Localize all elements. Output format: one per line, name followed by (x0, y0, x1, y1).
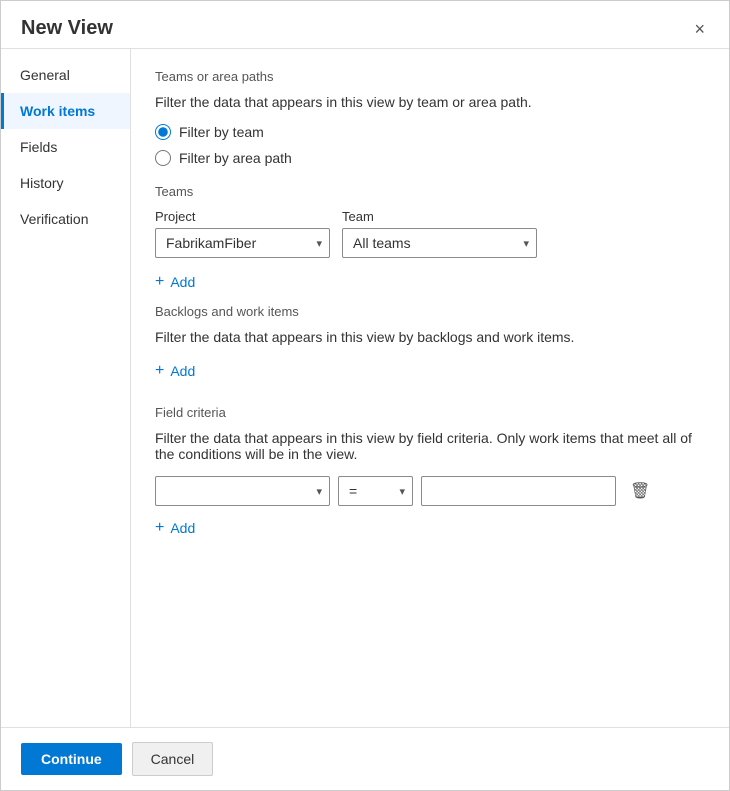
radio-filter-team-label: Filter by team (179, 124, 264, 140)
dialog-title: New View (21, 17, 113, 40)
criteria-field-select[interactable] (155, 476, 330, 506)
backlogs-add-label: Add (170, 363, 195, 379)
criteria-delete-button[interactable]: 🗑 (624, 477, 656, 505)
filter-radio-group: Filter by team Filter by area path (155, 124, 705, 166)
teams-section: Teams Project FabrikamFiber ▾ Team (155, 184, 705, 294)
backlogs-add-button[interactable]: + Add (155, 359, 195, 383)
criteria-field-select-wrapper: ▾ (155, 476, 330, 506)
backlogs-title: Backlogs and work items (155, 304, 705, 319)
criteria-add-label: Add (170, 520, 195, 536)
sidebar-item-verification[interactable]: Verification (1, 201, 130, 237)
main-content: Teams or area paths Filter the data that… (131, 49, 729, 727)
field-criteria-desc: Filter the data that appears in this vie… (155, 430, 705, 462)
team-select-wrapper: All teams ▾ (342, 228, 537, 258)
team-field-group: Team All teams ▾ (342, 209, 537, 258)
sidebar-item-history[interactable]: History (1, 165, 130, 201)
radio-filter-team-option[interactable]: Filter by team (155, 124, 705, 140)
new-view-dialog: New View × General Work items Fields His… (0, 0, 730, 791)
project-label: Project (155, 209, 330, 224)
sidebar-item-work-items[interactable]: Work items (1, 93, 130, 129)
close-button[interactable]: × (690, 18, 709, 40)
continue-button[interactable]: Continue (21, 743, 122, 775)
sidebar-label-work-items: Work items (20, 103, 95, 119)
teams-section-label: Teams (155, 184, 705, 199)
cancel-button[interactable]: Cancel (132, 742, 214, 776)
sidebar: General Work items Fields History Verifi… (1, 49, 131, 727)
criteria-op-select-wrapper: = ▾ (338, 476, 413, 506)
teams-add-label: Add (170, 274, 195, 290)
team-select[interactable]: All teams (342, 228, 537, 258)
teams-add-icon: + (155, 274, 164, 290)
backlogs-section: Backlogs and work items Filter the data … (155, 304, 705, 383)
teams-add-button[interactable]: + Add (155, 270, 195, 294)
radio-filter-area[interactable] (155, 150, 171, 166)
sidebar-label-general: General (20, 67, 70, 83)
criteria-add-icon: + (155, 520, 164, 536)
sidebar-item-general[interactable]: General (1, 57, 130, 93)
backlogs-desc: Filter the data that appears in this vie… (155, 329, 705, 345)
sidebar-label-fields: Fields (20, 139, 57, 155)
team-label: Team (342, 209, 537, 224)
criteria-add-button[interactable]: + Add (155, 516, 195, 540)
criteria-value-input[interactable] (421, 476, 616, 506)
delete-icon: 🗑 (630, 483, 650, 500)
backlogs-add-icon: + (155, 363, 164, 379)
sidebar-label-history: History (20, 175, 64, 191)
dialog-footer: Continue Cancel (1, 727, 729, 790)
project-select[interactable]: FabrikamFiber (155, 228, 330, 258)
dialog-header: New View × (1, 1, 729, 48)
radio-filter-area-option[interactable]: Filter by area path (155, 150, 705, 166)
project-select-wrapper: FabrikamFiber ▾ (155, 228, 330, 258)
field-criteria-title: Field criteria (155, 405, 705, 420)
sidebar-item-fields[interactable]: Fields (1, 129, 130, 165)
team-row: Project FabrikamFiber ▾ Team All tea (155, 209, 705, 258)
criteria-row: ▾ = ▾ 🗑 (155, 476, 705, 506)
teams-paths-desc: Filter the data that appears in this vie… (155, 94, 705, 110)
radio-filter-team[interactable] (155, 124, 171, 140)
teams-paths-title: Teams or area paths (155, 69, 705, 84)
field-criteria-section: Field criteria Filter the data that appe… (155, 405, 705, 540)
teams-or-area-paths-section: Teams or area paths Filter the data that… (155, 69, 705, 166)
radio-filter-area-label: Filter by area path (179, 150, 292, 166)
sidebar-label-verification: Verification (20, 211, 88, 227)
dialog-body: General Work items Fields History Verifi… (1, 48, 729, 727)
criteria-op-select[interactable]: = (338, 476, 413, 506)
project-field-group: Project FabrikamFiber ▾ (155, 209, 330, 258)
